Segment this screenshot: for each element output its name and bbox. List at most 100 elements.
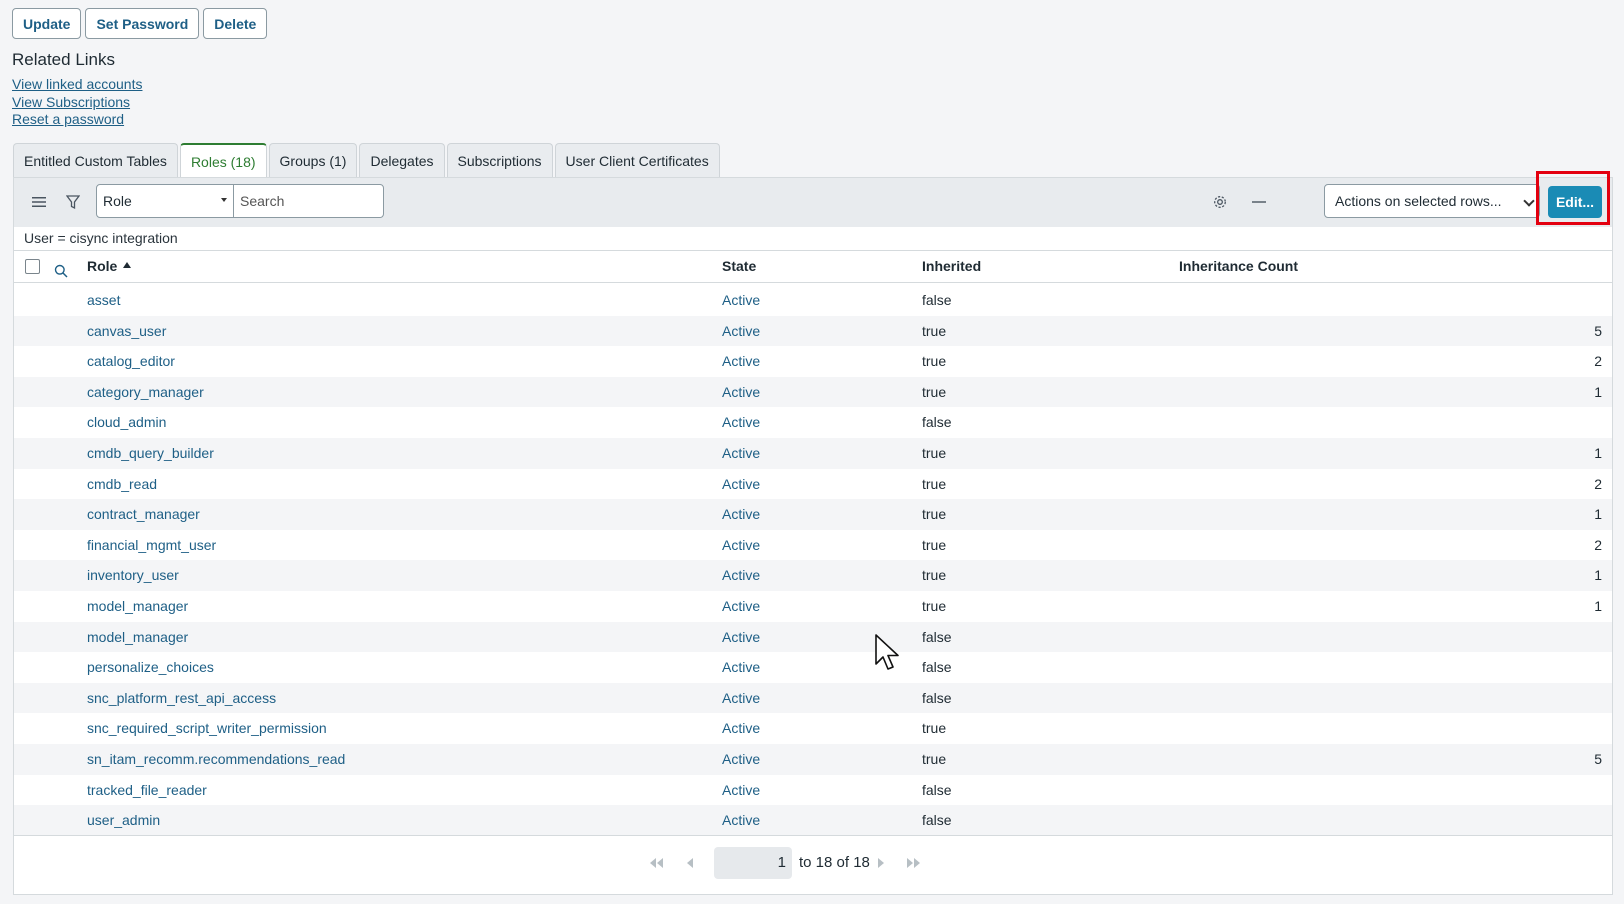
role-link[interactable]: category_manager (87, 377, 204, 408)
sort-ascending-icon (123, 262, 132, 269)
state-link[interactable]: Active (722, 346, 760, 377)
page-number-input[interactable]: 1 (714, 847, 792, 879)
state-link[interactable]: Active (722, 438, 760, 469)
edit-button[interactable]: Edit... (1548, 186, 1602, 218)
state-link[interactable]: Active (722, 744, 760, 775)
inherited-value: true (922, 383, 947, 400)
inherited-value: true (922, 536, 947, 553)
first-page-icon[interactable] (650, 858, 663, 871)
role-link[interactable]: asset (87, 285, 120, 316)
state-link[interactable]: Active (722, 652, 760, 683)
update-button[interactable]: Update (12, 8, 82, 39)
column-header-role[interactable]: Role (87, 251, 132, 282)
table-row[interactable]: contract_manager Active true 1 (14, 499, 1612, 530)
role-link[interactable]: snc_required_script_writer_permission (87, 713, 327, 744)
role-link[interactable]: model_manager (87, 622, 188, 653)
role-link[interactable]: cmdb_read (87, 469, 157, 500)
inherited-value: true (922, 720, 947, 737)
inherited-value: true (922, 353, 947, 370)
state-link[interactable]: Active (722, 285, 760, 316)
role-link[interactable]: tracked_file_reader (87, 775, 207, 806)
state-link[interactable]: Active (722, 713, 760, 744)
filter-breadcrumb[interactable]: User = cisync integration (24, 227, 178, 249)
state-link[interactable]: Active (722, 499, 760, 530)
role-link[interactable]: sn_itam_recomm.recommendations_read (87, 744, 345, 775)
form-buttons: Update Set Password Delete (12, 8, 268, 39)
search-icon[interactable] (54, 258, 68, 278)
table-row[interactable]: snc_required_script_writer_permission Act… (14, 713, 1612, 744)
role-link[interactable]: catalog_editor (87, 346, 175, 377)
table-row[interactable]: inventory_user Active true 1 (14, 560, 1612, 591)
hamburger-icon[interactable] (27, 190, 51, 214)
role-link[interactable]: user_admin (87, 805, 160, 836)
previous-page-icon[interactable] (687, 858, 694, 871)
role-link[interactable]: financial_mgmt_user (87, 530, 216, 561)
state-link[interactable]: Active (722, 316, 760, 347)
state-link[interactable]: Active (722, 469, 760, 500)
table-row[interactable]: canvas_user Active true 5 (14, 315, 1612, 347)
state-link[interactable]: Active (722, 622, 760, 653)
inherited-value: false (922, 659, 952, 676)
table-row[interactable]: model_manager Active true 1 (14, 591, 1612, 622)
tab-user-client-certificates[interactable]: User Client Certificates (554, 143, 720, 177)
inherited-value: false (922, 292, 952, 308)
select-all-checkbox[interactable] (25, 259, 40, 274)
role-link[interactable]: snc_platform_rest_api_access (87, 683, 276, 714)
inherited-value: true (922, 475, 947, 492)
state-link[interactable]: Active (722, 560, 760, 591)
gear-icon[interactable] (1208, 190, 1232, 214)
column-header-state[interactable]: State (722, 251, 756, 282)
table-row[interactable]: cmdb_read Active true 2 (14, 469, 1612, 500)
table-row[interactable]: category_manager Active true 1 (14, 376, 1612, 408)
state-link[interactable]: Active (722, 683, 760, 714)
table-row[interactable]: cmdb_query_builder Active true 1 (14, 437, 1612, 469)
minus-icon[interactable] (1247, 190, 1271, 214)
tab-groups[interactable]: Groups (1) (268, 143, 358, 177)
table-row[interactable]: user_admin Active false (14, 805, 1612, 836)
view-subscriptions-link[interactable]: View Subscriptions (12, 94, 142, 112)
role-link[interactable]: canvas_user (87, 316, 166, 347)
state-link[interactable]: Active (722, 377, 760, 408)
search-field-select[interactable]: Role (96, 184, 234, 218)
state-link[interactable]: Active (722, 775, 760, 806)
tab-subscriptions[interactable]: Subscriptions (446, 143, 553, 177)
delete-button[interactable]: Delete (203, 8, 268, 39)
role-link[interactable]: cmdb_query_builder (87, 438, 214, 469)
list-toolbar: Role Actions on selected rows... Edit... (14, 171, 1612, 227)
state-link[interactable]: Active (722, 591, 760, 622)
table-row[interactable]: catalog_editor Active true 2 (14, 346, 1612, 377)
tab-entitled-custom-tables[interactable]: Entitled Custom Tables (13, 143, 178, 177)
reset-password-link[interactable]: Reset a password (12, 111, 142, 129)
set-password-button[interactable]: Set Password (85, 8, 200, 39)
table-header: Role State Inherited Inheritance Count (14, 250, 1612, 283)
column-header-inheritance-count[interactable]: Inheritance Count (1179, 251, 1298, 282)
table-row[interactable]: cloud_admin Active false (14, 407, 1612, 438)
table-row[interactable]: sn_itam_recomm.recommendations_read Activ… (14, 743, 1612, 775)
last-page-icon[interactable] (907, 858, 920, 871)
table-row[interactable]: asset Active false (14, 285, 1612, 316)
column-header-inherited[interactable]: Inherited (922, 251, 981, 282)
role-link[interactable]: contract_manager (87, 499, 200, 530)
view-linked-accounts-link[interactable]: View linked accounts (12, 76, 142, 94)
state-link[interactable]: Active (722, 407, 760, 438)
table-row[interactable]: financial_mgmt_user Active true 2 (14, 530, 1612, 561)
inheritance-count-value: 1 (1594, 383, 1602, 400)
role-link[interactable]: cloud_admin (87, 407, 166, 438)
inherited-value: true (922, 597, 947, 614)
role-link[interactable]: personalize_choices (87, 652, 214, 683)
table-row[interactable]: personalize_choices Active false (14, 652, 1612, 683)
next-page-icon[interactable] (877, 858, 884, 871)
inherited-value: false (922, 812, 952, 829)
actions-on-selected-rows-select[interactable]: Actions on selected rows... (1324, 184, 1540, 218)
table-row[interactable]: model_manager Active false (14, 621, 1612, 653)
tab-delegates[interactable]: Delegates (359, 143, 445, 177)
role-link[interactable]: inventory_user (87, 560, 179, 591)
funnel-icon[interactable] (61, 190, 85, 214)
search-input[interactable] (233, 184, 384, 218)
table-row[interactable]: snc_platform_rest_api_access Active false (14, 682, 1612, 714)
tab-roles[interactable]: Roles (18) (179, 143, 267, 178)
state-link[interactable]: Active (722, 805, 760, 836)
state-link[interactable]: Active (722, 530, 760, 561)
table-row[interactable]: tracked_file_reader Active false (14, 775, 1612, 806)
role-link[interactable]: model_manager (87, 591, 188, 622)
